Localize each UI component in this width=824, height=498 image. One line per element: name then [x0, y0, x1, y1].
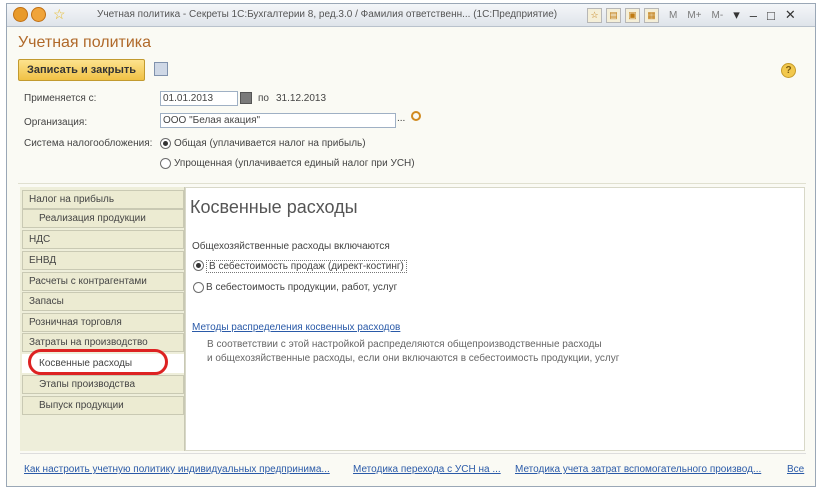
save-icon[interactable] — [154, 62, 168, 76]
favorites-star-icon[interactable]: ☆ — [53, 6, 66, 23]
search-icon[interactable] — [411, 111, 421, 121]
sidebar-item-envd[interactable]: ЕНВД — [22, 251, 184, 270]
date-from-field[interactable]: 01.01.2013 — [160, 91, 238, 106]
tax-general-radio[interactable] — [160, 138, 171, 149]
maximize-button[interactable]: □ — [767, 8, 775, 23]
memory-button[interactable]: M — [669, 10, 677, 21]
footer-link-all[interactable]: Все — [787, 464, 804, 475]
help-note: В соответствии с этой настройкой распред… — [207, 338, 619, 366]
footer-divider — [20, 453, 806, 454]
sidebar-item-sales[interactable]: Реализация продукции — [22, 209, 184, 228]
page-title: Учетная политика — [18, 34, 152, 51]
option-products-label: В себестоимость продукции, работ, услуг — [206, 282, 398, 293]
panel-title: Косвенные расходы — [190, 197, 358, 217]
footer-link-entrepreneurs[interactable]: Как настроить учетную политику индивидуа… — [24, 464, 330, 475]
applies-from-label: Применяется с: — [24, 93, 97, 104]
footer-link-usn-transition[interactable]: Методика перехода с УСН на ... — [353, 464, 501, 475]
distribution-methods-link[interactable]: Методы распределения косвенных расходов — [192, 322, 400, 333]
memory-minus-button[interactable]: M- — [712, 10, 724, 21]
window-title: Учетная политика - Секреты 1С:Бухгалтери… — [97, 9, 558, 20]
option-products-radio[interactable] — [193, 282, 204, 293]
select-button[interactable]: ... — [397, 113, 405, 124]
title-bar-tools: ☆ ▤ ▣ ▦ M M+ M- ▾ – □ ✕ — [587, 7, 796, 23]
tax-system-label: Система налогообложения: — [24, 138, 153, 149]
minimize-button[interactable]: – — [750, 8, 757, 23]
sidebar-item-counterparties[interactable]: Расчеты с контрагентами — [22, 272, 184, 291]
date-to-value: 31.12.2013 — [276, 93, 327, 104]
sidebar-item-product-output[interactable]: Выпуск продукции — [22, 396, 184, 415]
footer-link-auxiliary-costs[interactable]: Методика учета затрат вспомогательного п… — [515, 464, 761, 475]
save-and-close-button[interactable]: Записать и закрыть — [18, 59, 146, 81]
tax-simplified-radio[interactable] — [160, 158, 171, 169]
tax-simplified-label: Упрощенная (уплачивается единый налог пр… — [174, 158, 415, 169]
to-label: по — [258, 93, 269, 104]
option-direct-label: В себестоимость продаж (директ-костинг) — [206, 260, 407, 273]
close-button[interactable]: ✕ — [785, 7, 796, 23]
sidebar-item-stocks[interactable]: Запасы — [22, 292, 184, 311]
organization-field[interactable]: ООО "Белая акация" — [160, 113, 396, 128]
title-bar: ☆ Учетная политика - Секреты 1С:Бухгалте… — [7, 4, 815, 27]
sidebar-item-profit-tax[interactable]: Налог на прибыль — [22, 190, 184, 209]
note-line-1: В соответствии с этой настройкой распред… — [207, 339, 602, 350]
app-logo-icon[interactable] — [13, 7, 28, 22]
memory-plus-button[interactable]: M+ — [687, 10, 701, 21]
calendar-icon[interactable] — [240, 92, 252, 104]
divider — [18, 183, 806, 184]
organization-label: Организация: — [24, 117, 88, 128]
sidebar-item-retail[interactable]: Розничная торговля — [22, 313, 184, 332]
save-icon[interactable]: ▣ — [625, 7, 640, 23]
chevron-down-icon[interactable]: ▾ — [733, 7, 740, 23]
tax-general-label: Общая (уплачивается налог на прибыль) — [174, 138, 366, 149]
favorite-icon[interactable]: ☆ — [587, 7, 602, 23]
general-costs-label: Общехозяйственные расходы включаются — [192, 241, 390, 252]
main-menu-icon[interactable] — [31, 7, 46, 22]
note-line-2: и общехозяйственные расходы, если они вк… — [207, 353, 620, 364]
option-direct-radio[interactable] — [193, 260, 204, 271]
sidebar-item-vat[interactable]: НДС — [22, 230, 184, 249]
highlight-ellipse — [28, 349, 168, 375]
calculator-icon[interactable]: ▦ — [644, 7, 659, 23]
help-icon[interactable]: ? — [781, 63, 796, 78]
sidebar-item-production-stages[interactable]: Этапы производства — [22, 375, 184, 394]
clipboard-icon[interactable]: ▤ — [606, 7, 621, 23]
settings-panel — [185, 187, 805, 451]
